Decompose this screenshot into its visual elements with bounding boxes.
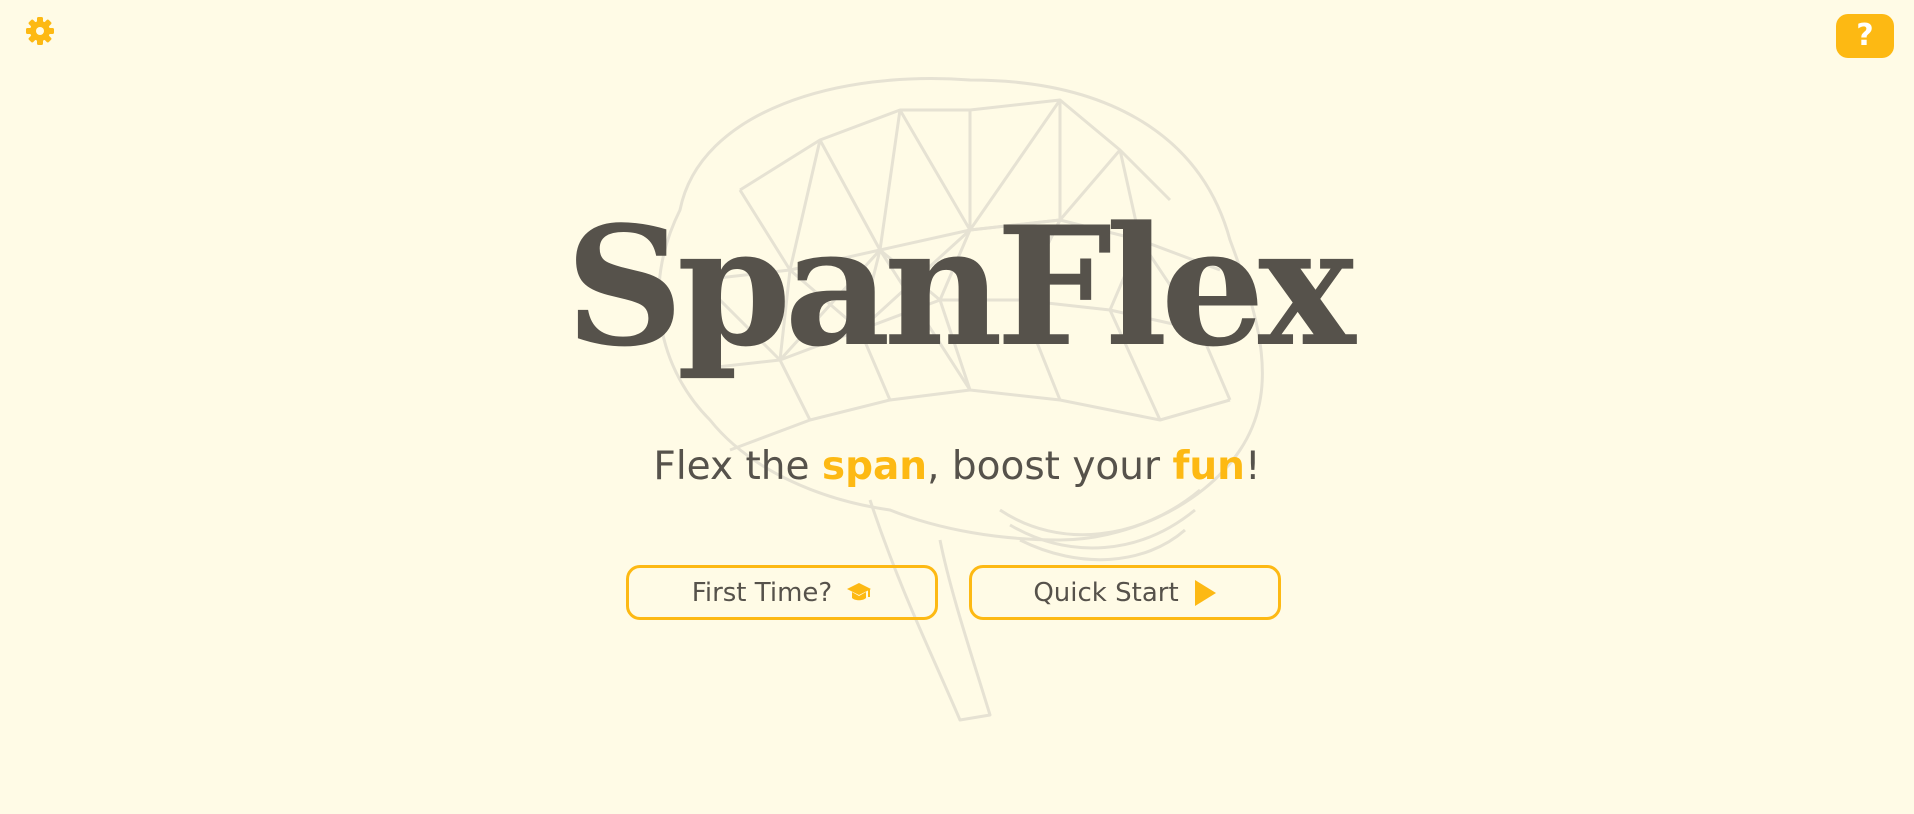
tagline-highlight-span: span: [821, 444, 928, 489]
quick-start-button[interactable]: Quick Start: [969, 565, 1281, 620]
question-icon: ?: [1856, 18, 1874, 53]
gear-icon: [24, 15, 56, 51]
help-button[interactable]: ?: [1836, 14, 1894, 58]
tagline: Flex the span, boost your fun!: [0, 444, 1914, 489]
tagline-part-2: , boost your: [927, 444, 1173, 489]
quick-start-label: Quick Start: [1033, 577, 1179, 608]
play-icon: [1193, 579, 1217, 607]
tagline-highlight-fun: fun: [1172, 444, 1245, 489]
first-time-label: First Time?: [691, 577, 833, 608]
first-time-button[interactable]: First Time?: [626, 565, 938, 620]
brain-illustration: [657, 77, 1264, 722]
tagline-part-1: Flex the: [653, 444, 822, 489]
graduation-cap-icon: [846, 582, 872, 604]
app-title: SpanFlex: [565, 190, 1355, 383]
tagline-part-3: !: [1244, 444, 1261, 489]
settings-button[interactable]: [22, 15, 58, 51]
